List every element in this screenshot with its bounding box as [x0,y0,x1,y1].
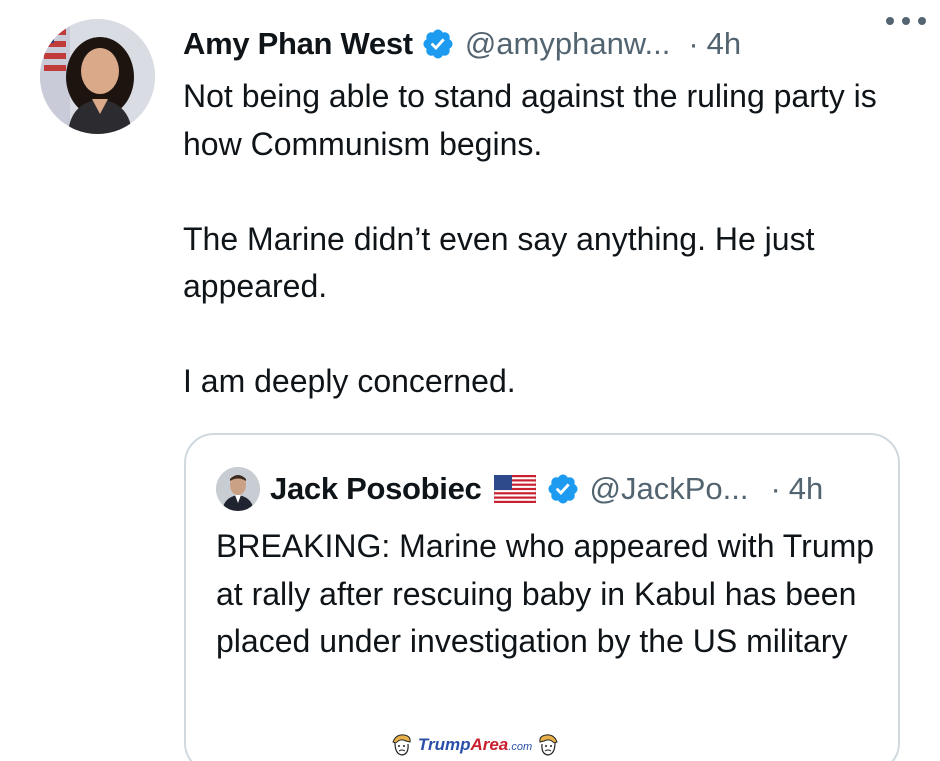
tweet-paragraph: The Marine didn’t even say anything. He … [183,220,815,305]
quoted-author-handle[interactable]: @JackPo... [590,471,749,507]
author-avatar-image [40,19,155,134]
tweet-body: Not being able to stand against the ruli… [183,73,903,406]
quoted-author-avatar-image [216,467,260,511]
watermark-text: TrumpArea.com [418,735,532,755]
quoted-author-name[interactable]: Jack Posobiec [270,471,482,507]
quoted-tweet-timestamp[interactable]: 4h [789,471,823,507]
quoted-author-avatar[interactable] [216,467,260,511]
quoted-tweet-card[interactable]: Jack Posobiec @JackPo... · 4h BREAKING: … [184,433,900,761]
verified-badge-icon [547,474,578,504]
watermark-part: Trump [417,735,471,754]
us-flag-icon [493,475,536,503]
more-dot [902,17,910,25]
separator-dot: · [770,471,781,506]
author-handle[interactable]: @amyphanw... [465,26,671,62]
watermark: TrumpArea.com [360,731,590,759]
author-name[interactable]: Amy Phan West [183,26,413,62]
watermark-part: .com [508,741,533,753]
verified-badge-icon [423,29,453,59]
separator-dot: · [688,26,699,61]
tweet-paragraph: I am deeply concerned. [183,363,516,399]
caricature-face-icon [392,734,411,756]
author-avatar[interactable] [40,19,155,134]
quoted-tweet-body: BREAKING: Marine who appeared with Trump… [216,528,875,659]
tweet-paragraph: Not being able to stand against the ruli… [183,78,877,162]
caricature-face-icon [539,734,558,756]
more-options-icon[interactable] [886,14,926,28]
tweet-header: Amy Phan West @amyphanw... · 4h [183,22,913,66]
more-dot [886,17,894,25]
more-dot [918,17,926,25]
tweet-timestamp[interactable]: 4h [707,26,741,62]
quoted-tweet-header: Jack Posobiec @JackPo... · 4h [216,467,823,511]
watermark-part: Area [470,735,509,754]
